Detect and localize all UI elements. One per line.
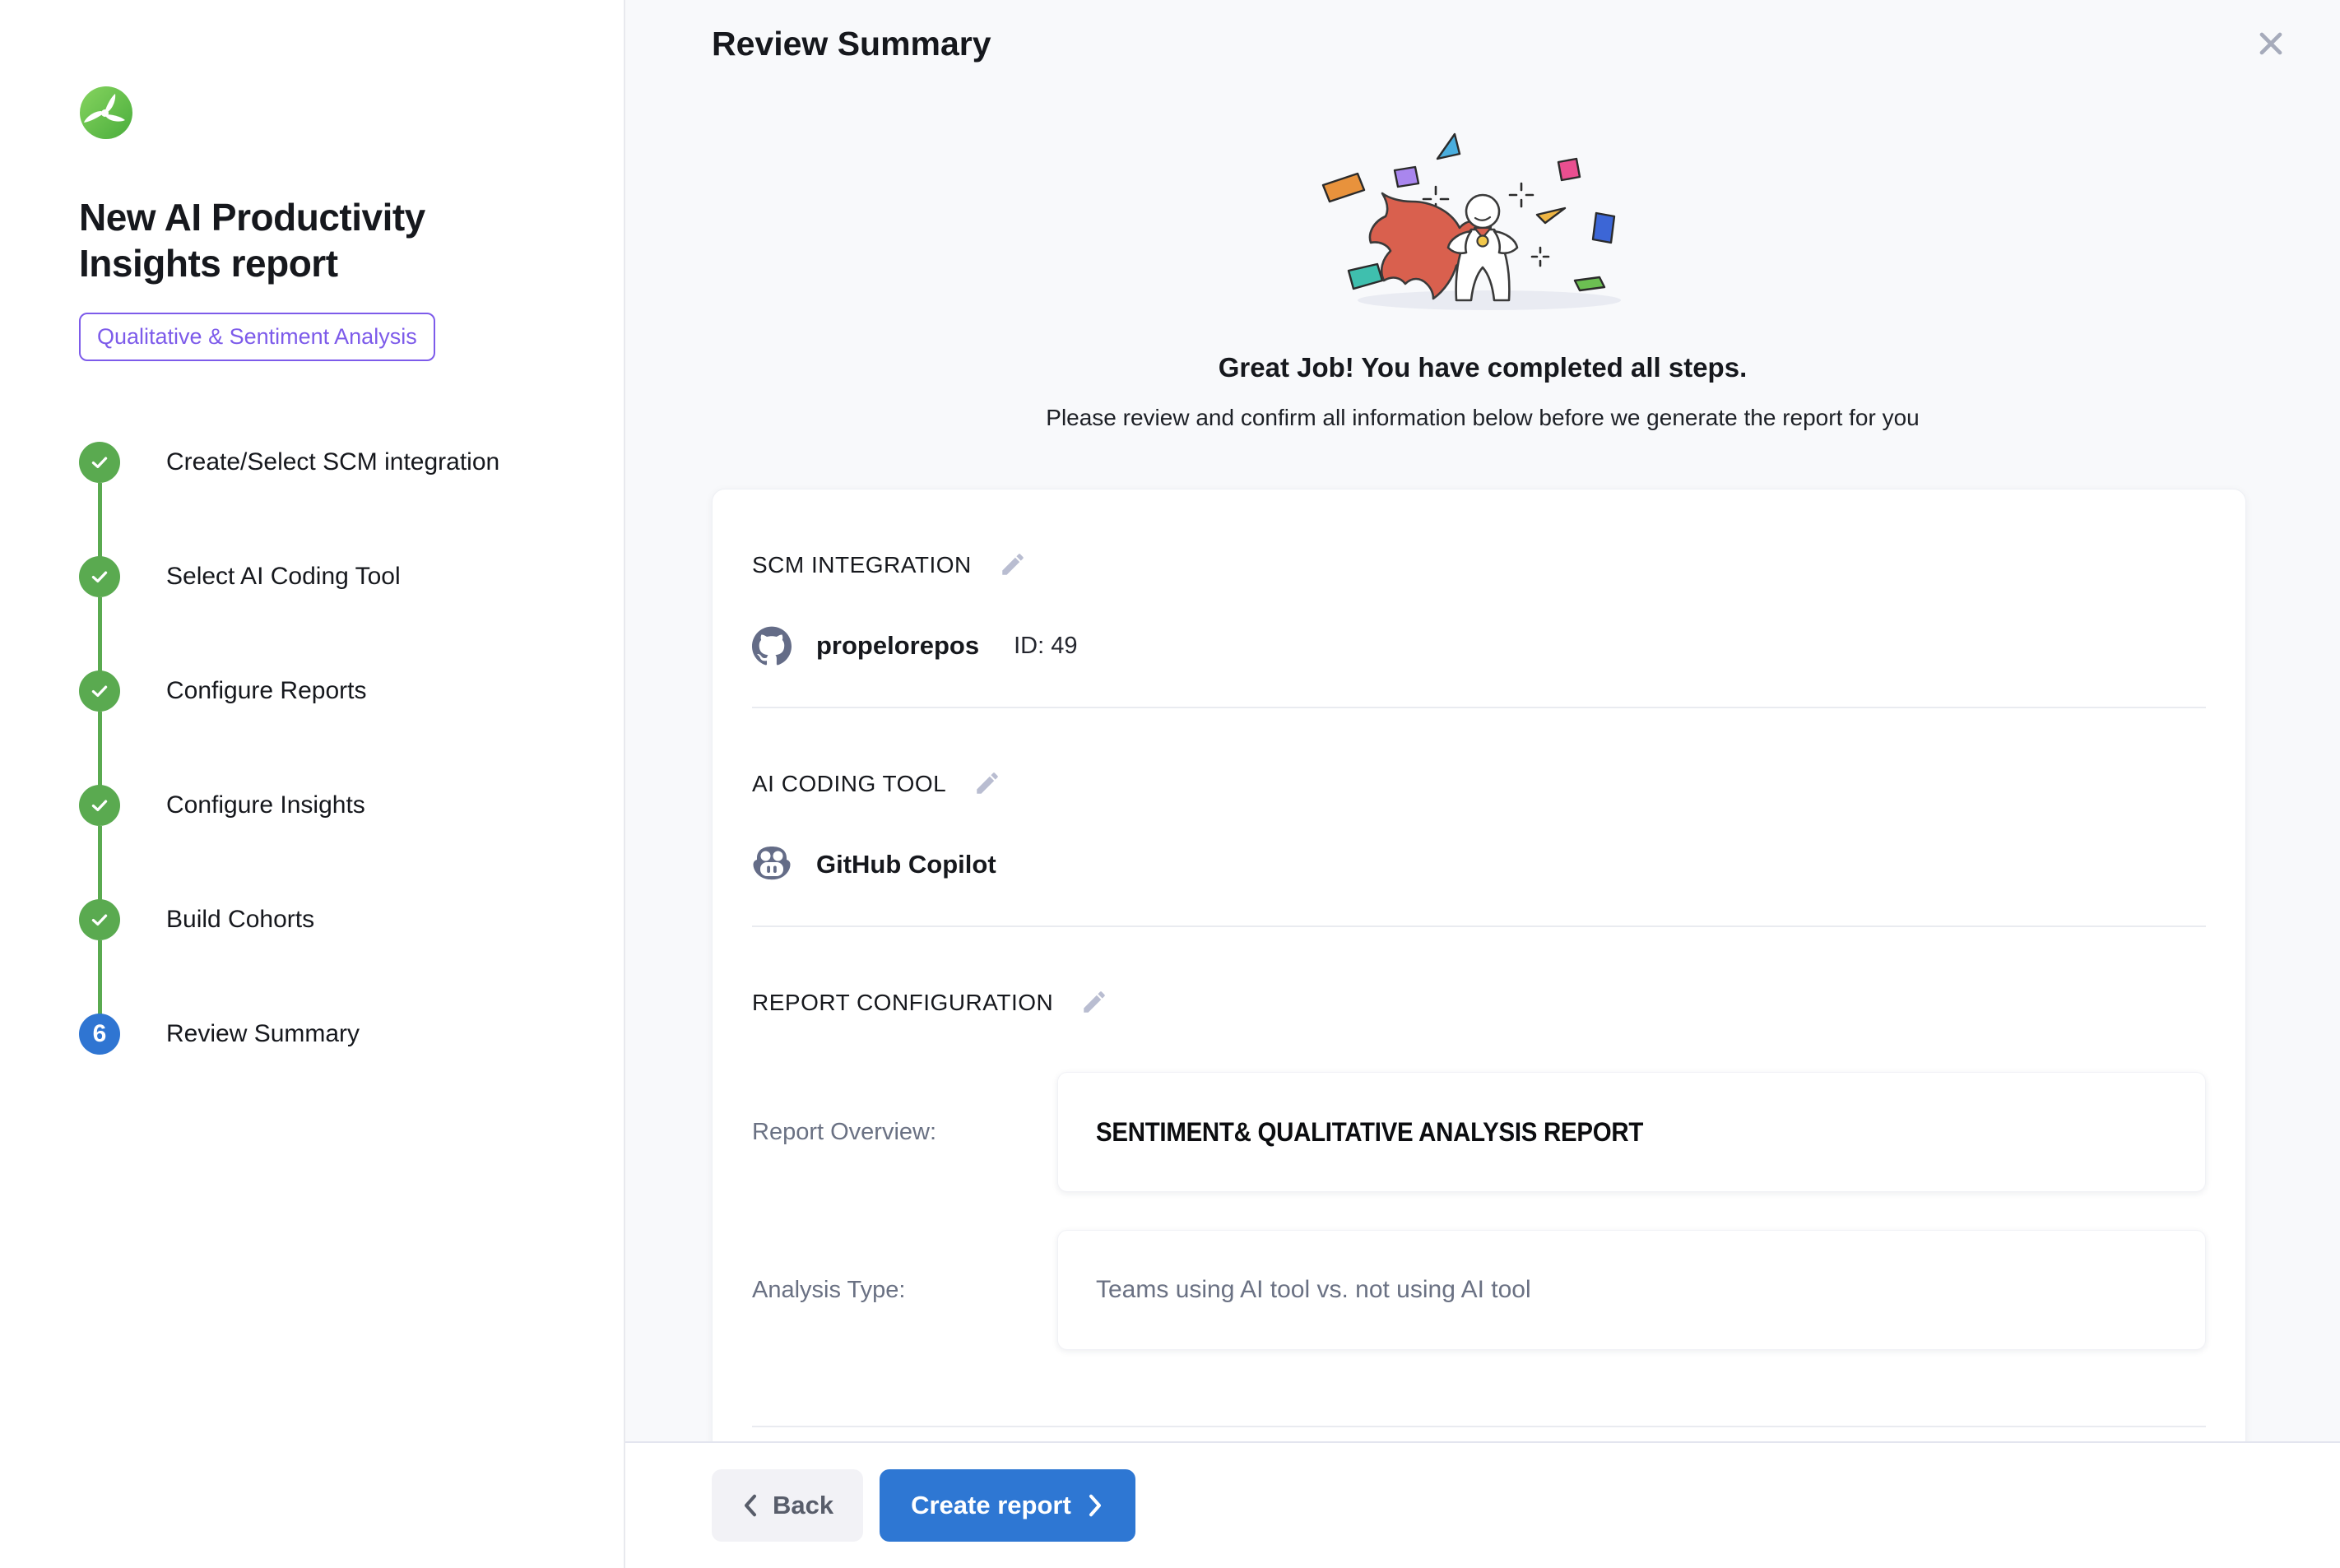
step-number-badge: 6	[79, 1014, 120, 1055]
step-label: Create/Select SCM integration	[166, 442, 499, 483]
summary-card: SCM INTEGRATION propelorepos ID: 49	[712, 489, 2246, 1441]
completion-hero: Great Job! You have completed all steps.…	[625, 116, 2340, 431]
github-copilot-icon	[752, 845, 792, 884]
wizard-sidebar: New AI Productivity Insights report Qual…	[0, 0, 625, 1568]
close-button[interactable]	[2249, 23, 2292, 66]
wizard-footer: Back Create report	[625, 1441, 2340, 1568]
scm-integration-section: SCM INTEGRATION propelorepos ID: 49	[752, 489, 2206, 707]
scm-integration-name: propelorepos	[816, 631, 979, 661]
ai-coding-tool-row: GitHub Copilot	[752, 845, 2206, 884]
step-label: Review Summary	[166, 1014, 360, 1055]
ai-coding-tool-section: AI CODING TOOL	[752, 708, 2206, 925]
analysis-type-card: Teams using AI tool vs. not using AI too…	[1057, 1230, 2206, 1350]
report-overview-card: SENTIMENT& QUALITATIVE ANALYSIS REPORT	[1057, 1072, 2206, 1192]
completion-heading: Great Job! You have completed all steps.	[625, 352, 2340, 383]
report-config-section-title: REPORT CONFIGURATION	[752, 990, 1053, 1016]
check-icon	[79, 899, 120, 940]
step-create-select-scm-integration[interactable]: Create/Select SCM integration	[79, 442, 574, 556]
step-configure-insights[interactable]: Configure Insights	[79, 785, 574, 899]
page-title: Review Summary	[712, 25, 2340, 63]
chevron-left-icon	[741, 1493, 759, 1518]
scm-integration-id: ID: 49	[1014, 633, 1077, 660]
review-summary-scroll-area[interactable]: Review Summary	[625, 0, 2340, 1441]
propeller-logo-icon	[79, 86, 133, 140]
check-icon	[79, 785, 120, 826]
check-icon	[79, 556, 120, 597]
analysis-type-row: Analysis Type: Teams using AI tool vs. n…	[752, 1230, 2206, 1350]
step-select-ai-coding-tool[interactable]: Select AI Coding Tool	[79, 556, 574, 670]
step-label: Configure Insights	[166, 785, 365, 826]
scm-integration-row: propelorepos ID: 49	[752, 626, 2206, 666]
x-icon	[2253, 26, 2289, 62]
step-label: Configure Reports	[166, 670, 366, 712]
report-overview-row: Report Overview: SENTIMENT& QUALITATIVE …	[752, 1072, 2206, 1192]
celebration-illustration	[625, 116, 2340, 319]
report-wizard-window: New AI Productivity Insights report Qual…	[0, 0, 2340, 1568]
report-configuration-section: REPORT CONFIGURATION Report Overview: SE…	[752, 927, 2206, 1441]
check-icon	[79, 670, 120, 712]
step-configure-reports[interactable]: Configure Reports	[79, 670, 574, 785]
ai-tool-section-title: AI CODING TOOL	[752, 771, 946, 797]
step-build-cohorts[interactable]: Build Cohorts	[79, 899, 574, 1014]
analysis-type-value: Teams using AI tool vs. not using AI too…	[1096, 1276, 1531, 1304]
edit-report-config-button[interactable]	[1078, 986, 1111, 1019]
report-overview-label: Report Overview:	[752, 1119, 1057, 1146]
github-octocat-icon	[752, 626, 792, 666]
review-summary-panel: Review Summary	[625, 0, 2340, 1568]
step-review-summary[interactable]: 6 Review Summary	[79, 1014, 574, 1055]
check-icon	[79, 442, 120, 483]
pencil-icon	[973, 769, 1001, 797]
analysis-type-label: Analysis Type:	[752, 1277, 1057, 1304]
step-label: Select AI Coding Tool	[166, 556, 401, 597]
pencil-icon	[1080, 988, 1108, 1016]
back-button-label: Back	[773, 1491, 833, 1520]
report-type-badge: Qualitative & Sentiment Analysis	[79, 313, 435, 361]
step-label: Build Cohorts	[166, 899, 314, 940]
report-overview-value: SENTIMENT& QUALITATIVE ANALYSIS REPORT	[1096, 1117, 1643, 1148]
section-divider	[752, 1426, 2206, 1427]
create-report-button[interactable]: Create report	[880, 1469, 1135, 1542]
wizard-stepper: Create/Select SCM integration Select AI …	[79, 442, 574, 1055]
scm-section-title: SCM INTEGRATION	[752, 552, 972, 578]
wizard-title: New AI Productivity Insights report	[79, 194, 507, 286]
chevron-right-icon	[1086, 1493, 1104, 1518]
completion-subheading: Please review and confirm all informatio…	[625, 405, 2340, 431]
edit-scm-button[interactable]	[996, 549, 1029, 582]
back-button[interactable]: Back	[712, 1469, 863, 1542]
edit-ai-tool-button[interactable]	[971, 768, 1004, 800]
create-report-button-label: Create report	[911, 1491, 1071, 1520]
pencil-icon	[999, 550, 1027, 578]
ai-coding-tool-name: GitHub Copilot	[816, 850, 996, 879]
